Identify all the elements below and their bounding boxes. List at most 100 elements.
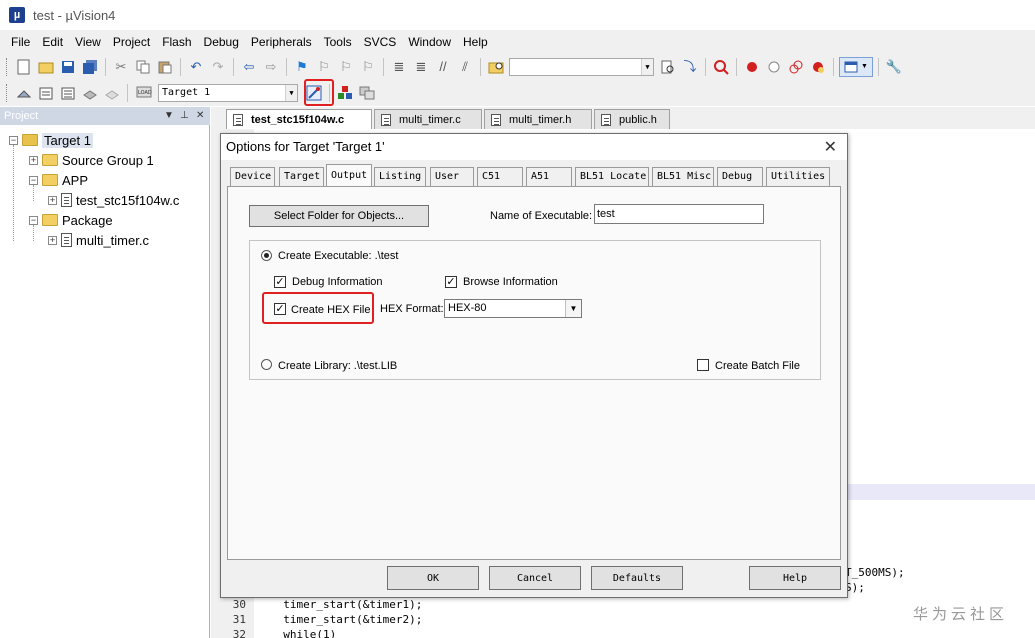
incremental-find-icon[interactable]: ⤵ [680,57,700,77]
bookmark-insert-icon[interactable]: ⚑ [292,57,312,77]
tab-utilities[interactable]: Utilities [766,167,830,186]
tab-bl51-locate[interactable]: BL51 Locate [575,167,649,186]
create-library-radio[interactable] [261,359,272,370]
bookmark-clear-icon[interactable]: ⚐ [358,57,378,77]
browse-information-checkbox[interactable]: ✓ [445,276,457,288]
bookmark-next-icon[interactable]: ⚐ [336,57,356,77]
open-folder-icon[interactable] [36,57,56,77]
stop-build-icon[interactable] [102,83,122,103]
tab-bl51-misc[interactable]: BL51 Misc [652,167,714,186]
toolbar-grip[interactable] [6,57,9,76]
panel-close-icon[interactable]: ✕ [196,107,204,125]
menu-window[interactable]: Window [402,35,457,49]
hex-format-select[interactable]: HEX-80 ▼ [444,299,582,318]
tab-debug[interactable]: Debug [717,167,763,186]
tree-item-app[interactable]: − APP [29,170,88,190]
target-select[interactable]: Target 1 ▼ [158,84,298,102]
tab-public-h[interactable]: public.h [594,109,670,129]
ok-button[interactable]: OK [387,566,479,590]
tree-line [13,145,14,241]
menu-file[interactable]: File [5,35,36,49]
debug-information-checkbox[interactable]: ✓ [274,276,286,288]
menu-flash[interactable]: Flash [156,35,197,49]
tab-multi-timer-c[interactable]: multi_timer.c [374,109,482,129]
rebuild-icon[interactable] [58,83,78,103]
undo-icon[interactable]: ↶ [186,57,206,77]
window-layout-icon[interactable]: ▼ [839,56,873,77]
manage-components-icon[interactable] [335,83,355,103]
bookmark-prev-icon[interactable]: ⚐ [314,57,334,77]
download-icon[interactable]: LOAD [133,83,155,103]
redo-icon[interactable]: ↷ [208,57,228,77]
menu-peripherals[interactable]: Peripherals [245,35,318,49]
save-icon[interactable] [58,57,78,77]
toolbar-separator [383,57,384,76]
help-button[interactable]: Help [749,566,841,590]
defaults-button[interactable]: Defaults [591,566,683,590]
comment-icon[interactable]: // [433,57,453,77]
tree-item-source-group[interactable]: + Source Group 1 [29,150,154,170]
name-of-executable-field[interactable]: test [594,204,764,224]
breakpoint-disable-all-icon[interactable] [786,57,806,77]
tab-user[interactable]: User [430,167,474,186]
panel-dropdown-icon[interactable]: ▼ [164,107,174,125]
panel-splitter[interactable] [211,107,218,638]
navigate-forward-icon[interactable]: ⇨ [261,57,281,77]
close-icon[interactable]: ✕ [824,137,837,157]
menu-svcs[interactable]: SVCS [358,35,403,49]
save-all-icon[interactable] [80,57,100,77]
find-combo[interactable]: ▼ [509,57,654,76]
collapse-icon[interactable]: − [29,175,38,185]
tree-item-target[interactable]: − Target 1 [9,130,93,150]
find-icon[interactable] [658,57,678,77]
chevron-down-icon: ▼ [861,63,868,70]
menu-help[interactable]: Help [457,35,494,49]
tab-c51[interactable]: C51 [477,167,523,186]
tab-a51[interactable]: A51 [526,167,572,186]
configure-icon[interactable]: 🔧 [884,57,904,77]
tab-listing[interactable]: Listing [374,167,426,186]
tab-test-stc15f104w-c[interactable]: test_stc15f104w.c [226,109,372,129]
tree-item-app-file[interactable]: + test_stc15f104w.c [48,190,179,210]
tab-output[interactable]: Output [326,164,372,187]
tab-target[interactable]: Target [279,167,324,186]
indent-icon[interactable]: ≣ [389,57,409,77]
create-executable-radio[interactable] [261,250,272,261]
tab-device[interactable]: Device [230,167,275,186]
menu-edit[interactable]: Edit [36,35,69,49]
select-packs-icon[interactable] [357,83,377,103]
collapse-icon[interactable]: − [9,135,18,145]
build-icon[interactable] [36,83,56,103]
create-batch-file-checkbox[interactable] [697,359,709,371]
code-line: timer_start(&timer2); [270,613,423,626]
tree-item-package-file[interactable]: + multi_timer.c [48,230,149,250]
debug-session-icon[interactable] [711,57,731,77]
select-folder-button[interactable]: Select Folder for Objects... [249,205,429,227]
new-file-icon[interactable] [14,57,34,77]
menu-debug[interactable]: Debug [198,35,245,49]
menu-project[interactable]: Project [107,35,156,49]
paste-icon[interactable] [155,57,175,77]
breakpoint-kill-all-icon[interactable] [808,57,828,77]
menu-tools[interactable]: Tools [318,35,358,49]
navigate-back-icon[interactable]: ⇦ [239,57,259,77]
translate-icon[interactable] [14,83,34,103]
unindent-icon[interactable]: ≣ [411,57,431,77]
breakpoint-insert-icon[interactable] [742,57,762,77]
expand-icon[interactable]: + [29,155,38,165]
breakpoint-enable-icon[interactable] [764,57,784,77]
tab-multi-timer-h[interactable]: multi_timer.h [484,109,592,129]
menu-view[interactable]: View [69,35,107,49]
expand-icon[interactable]: + [48,235,57,245]
expand-icon[interactable]: + [48,195,57,205]
cancel-button[interactable]: Cancel [489,566,581,590]
panel-pin-icon[interactable]: ⊥ [180,107,189,125]
toolbar-grip[interactable] [6,84,9,102]
collapse-icon[interactable]: − [29,215,38,225]
copy-icon[interactable] [133,57,153,77]
cut-icon[interactable]: ✂ [111,57,131,77]
find-in-files-icon[interactable] [486,57,506,77]
batch-build-icon[interactable] [80,83,100,103]
tree-item-package[interactable]: − Package [29,210,113,230]
uncomment-icon[interactable]: ⫽ [455,57,475,77]
